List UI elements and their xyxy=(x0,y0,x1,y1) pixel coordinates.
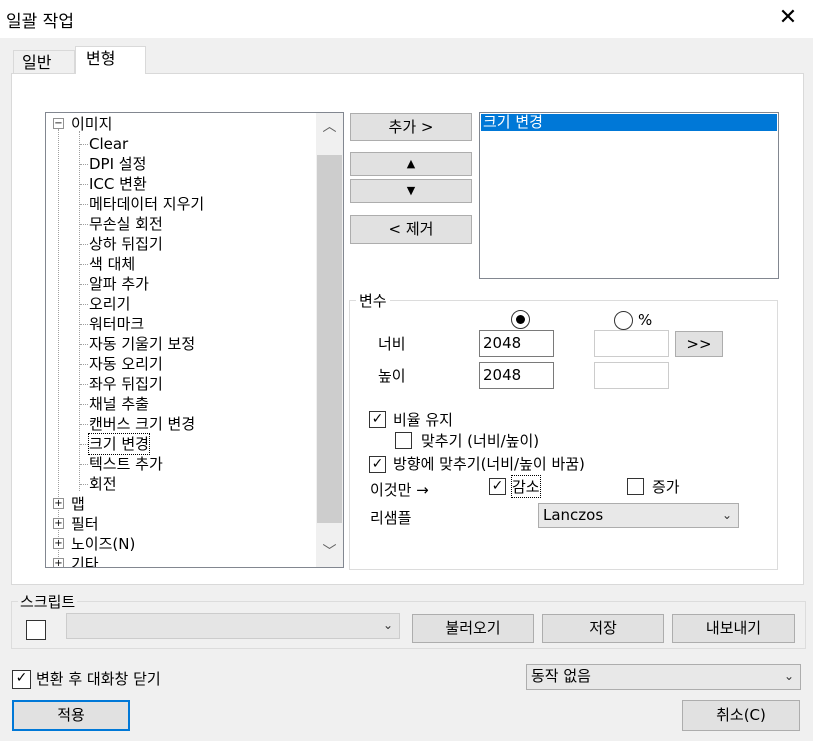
chevron-down-icon: ⌄ xyxy=(783,669,794,683)
close-after-checkbox[interactable]: ✓ xyxy=(12,670,31,689)
add-button[interactable]: 추가 > xyxy=(350,113,472,141)
collapse-icon[interactable]: − xyxy=(53,118,64,129)
tree-item[interactable]: 오리기 xyxy=(89,294,130,314)
expand-button[interactable]: >> xyxy=(675,331,723,357)
tree-item[interactable]: 무손실 회전 xyxy=(89,214,163,234)
script-label: 스크립트 xyxy=(18,591,78,612)
height-label: 높이 xyxy=(378,367,406,385)
fit-checkbox[interactable] xyxy=(395,432,412,449)
script-checkbox[interactable] xyxy=(26,620,46,640)
tree-item-noise[interactable]: 노이즈(N) xyxy=(71,534,135,554)
tree-item[interactable]: 회전 xyxy=(89,474,117,494)
width-label: 너비 xyxy=(378,335,406,353)
tree-item-etc[interactable]: 기타 xyxy=(71,554,99,567)
keep-ratio-checkbox[interactable]: ✓ xyxy=(369,411,386,428)
script-select: ⌄ xyxy=(66,613,400,639)
percent-label: % xyxy=(638,311,653,329)
tree-item[interactable]: 워터마크 xyxy=(89,314,144,334)
height-percent-input xyxy=(594,362,669,389)
scroll-down-icon[interactable]: ﹀ xyxy=(317,542,342,562)
width-percent-input xyxy=(594,330,669,357)
decrease-checkbox[interactable]: ✓ xyxy=(489,478,506,495)
action-list[interactable] xyxy=(479,112,779,279)
post-action-select[interactable]: 동작 없음 ⌄ xyxy=(526,664,801,690)
fit-label: 맞추기 (너비/높이) xyxy=(421,432,540,450)
save-button[interactable]: 저장 xyxy=(542,614,664,643)
scrollbar-thumb[interactable] xyxy=(317,155,342,523)
move-down-button[interactable]: ▼ xyxy=(350,179,472,203)
fit-orientation-checkbox[interactable]: ✓ xyxy=(369,456,386,473)
width-input[interactable]: 2048 xyxy=(479,330,554,357)
tree-item[interactable]: 자동 기울기 보정 xyxy=(89,334,195,354)
close-icon[interactable]: ✕ xyxy=(774,4,802,32)
percent-radio[interactable] xyxy=(614,311,633,330)
tree-item-map[interactable]: 맵 xyxy=(71,494,85,514)
cancel-button[interactable]: 취소(C) xyxy=(682,700,800,731)
tree-item[interactable]: 채널 추출 xyxy=(89,394,149,414)
tab-transform[interactable]: 변형 xyxy=(75,46,146,74)
post-action-value: 동작 없음 xyxy=(531,667,591,685)
pixel-radio[interactable] xyxy=(511,310,530,329)
tree-item[interactable]: 좌우 뒤집기 xyxy=(89,374,163,394)
tree-item[interactable]: 알파 추가 xyxy=(89,274,149,294)
increase-checkbox[interactable] xyxy=(627,478,644,495)
tree-item[interactable]: 상하 뒤집기 xyxy=(89,234,163,254)
list-item[interactable]: 크기 변경 xyxy=(481,114,777,131)
tree-item[interactable]: 캔버스 크기 변경 xyxy=(89,414,195,434)
tree-item[interactable]: 텍스트 추가 xyxy=(89,454,163,474)
apply-button[interactable]: 적용 xyxy=(12,700,130,731)
tree-item[interactable]: 색 대체 xyxy=(89,254,135,274)
tree-item[interactable]: 크기 변경 xyxy=(88,433,150,455)
tree-item-filter[interactable]: 필터 xyxy=(71,514,99,534)
chevron-down-icon: ⌄ xyxy=(382,618,393,632)
title-bar xyxy=(0,0,813,38)
decrease-label: 감소 xyxy=(511,475,541,498)
remove-button[interactable]: < 제거 xyxy=(350,215,472,244)
dialog-title: 일괄 작업 xyxy=(6,12,74,32)
tree-item[interactable]: ICC 변환 xyxy=(89,174,147,194)
close-after-label: 변환 후 대화창 닫기 xyxy=(36,670,161,688)
scroll-up-icon[interactable]: ︿ xyxy=(317,117,342,137)
expand-icon[interactable]: + xyxy=(53,538,64,549)
resample-label: 리샘플 xyxy=(370,509,412,527)
expand-icon[interactable]: + xyxy=(53,518,64,529)
tree-item[interactable]: 자동 오리기 xyxy=(89,354,163,374)
expand-icon[interactable]: + xyxy=(53,498,64,509)
expand-icon[interactable]: + xyxy=(53,558,64,567)
tree-item[interactable]: DPI 설정 xyxy=(89,154,146,174)
height-input[interactable]: 2048 xyxy=(479,362,554,389)
chevron-down-icon: ⌄ xyxy=(721,508,732,522)
increase-label: 증가 xyxy=(652,478,680,496)
move-up-button[interactable]: ▲ xyxy=(350,152,472,176)
resample-select[interactable]: Lanczos ⌄ xyxy=(538,503,739,528)
resample-value: Lanczos xyxy=(543,506,604,524)
only-label: 이것만 → xyxy=(370,481,429,499)
load-button[interactable]: 불러오기 xyxy=(412,614,534,643)
keep-ratio-label: 비율 유지 xyxy=(393,411,453,429)
tree-item-image[interactable]: 이미지 xyxy=(71,114,112,134)
operation-tree[interactable]: − 이미지 Clear DPI 설정 ICC 변환 메타데이터 지우기 무손실 회전 상하… xyxy=(45,112,344,568)
params-group-label: 변수 xyxy=(356,290,390,311)
tree-item[interactable]: Clear xyxy=(89,134,128,154)
fit-orientation-label: 방향에 맞추기(너비/높이 바꿈) xyxy=(393,455,585,473)
tree-item[interactable]: 메타데이터 지우기 xyxy=(89,194,204,214)
export-button[interactable]: 내보내기 xyxy=(672,614,795,643)
